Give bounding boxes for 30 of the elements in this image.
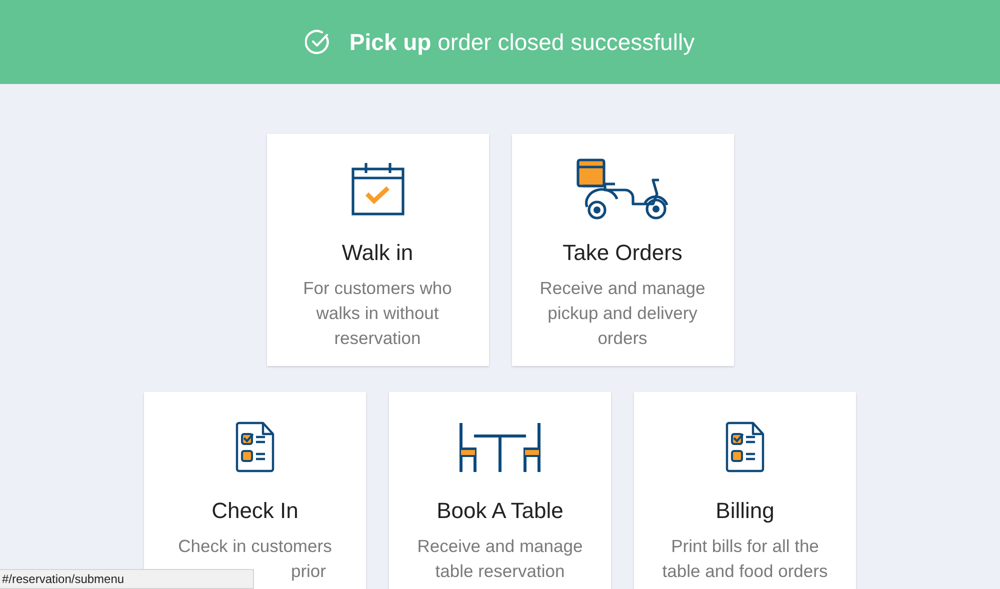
card-description: reservation bbox=[334, 327, 421, 350]
card-description: Print bills for all the bbox=[671, 535, 819, 558]
check-circle-icon bbox=[305, 29, 332, 55]
card-description: Receive and manage bbox=[540, 277, 706, 300]
card-description: pickup and delivery bbox=[548, 302, 698, 325]
card-title: Take Orders bbox=[562, 240, 682, 266]
card-description: prior bbox=[290, 560, 327, 583]
card-title: Check In bbox=[212, 498, 298, 524]
status-bar-url: #/reservation/submenu bbox=[0, 569, 254, 589]
checklist-icon bbox=[235, 421, 275, 473]
scooter-icon bbox=[574, 157, 670, 221]
menu-card[interactable]: Book A Table Receive and manage table reservation bbox=[389, 392, 611, 589]
card-description: table and food orders bbox=[662, 560, 828, 583]
menu-card[interactable]: Walk in For customers who walks in without reservation bbox=[266, 134, 488, 366]
checklist-icon bbox=[725, 421, 765, 473]
menu-card[interactable]: Billing Print bills for all the table and food orders bbox=[634, 392, 856, 589]
card-description: walks in without bbox=[316, 302, 439, 325]
card-title: Billing bbox=[716, 498, 774, 524]
table-chairs-icon bbox=[458, 421, 542, 473]
calendar-icon bbox=[350, 161, 406, 217]
card-description: Check in customers bbox=[178, 535, 332, 558]
card-title: Book A Table bbox=[436, 498, 564, 524]
menu-card[interactable]: Take Orders Receive and manage pickup and delivery orders bbox=[512, 134, 734, 366]
banner-message: Pick up order closed successfully bbox=[349, 28, 695, 56]
card-description: For customers who bbox=[303, 277, 452, 300]
card-description: orders bbox=[598, 327, 648, 350]
menu-card[interactable]: Check In Check in customers prior bbox=[144, 392, 366, 589]
card-description: Receive and manage bbox=[417, 535, 583, 558]
card-title: Walk in bbox=[342, 240, 414, 266]
card-description: table reservation bbox=[435, 560, 565, 583]
